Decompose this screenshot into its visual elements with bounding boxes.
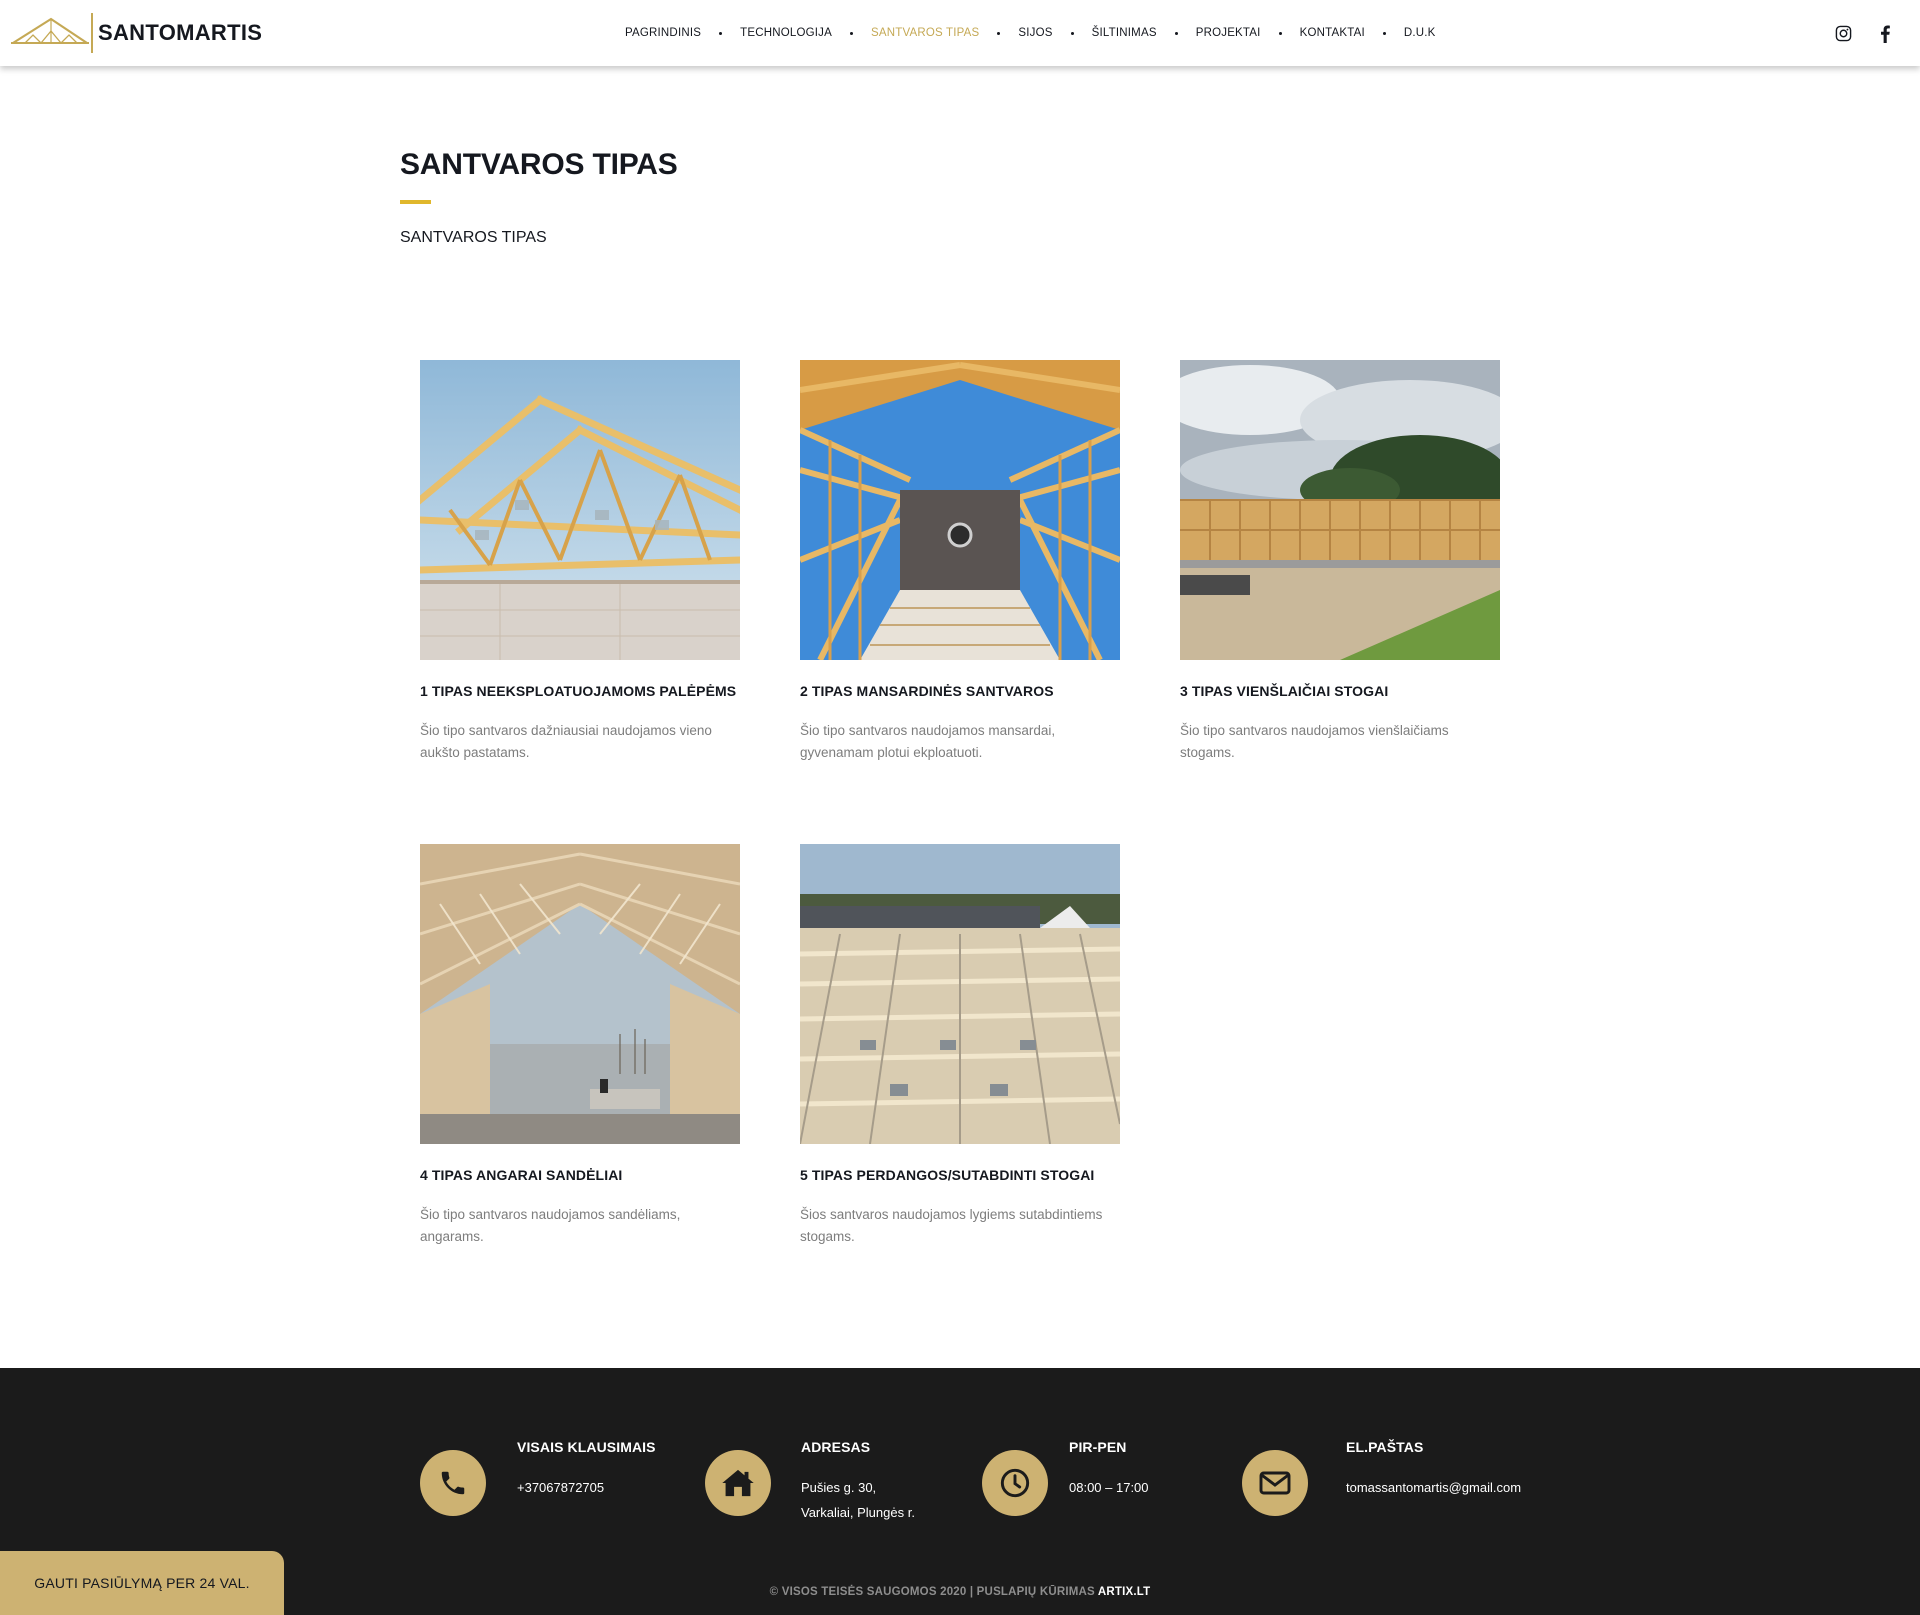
email-label: EL.PAŠTAS — [1346, 1439, 1424, 1455]
roof-truss-logo-icon — [11, 17, 89, 44]
nav-item-siltinimas[interactable]: ŠILTINIMAS — [1092, 27, 1157, 39]
truss-type-card[interactable]: 1 TIPAS NEEKSPLOATUOJAMOMS PALĖPĖMS Šio … — [420, 360, 740, 764]
site-logo[interactable]: SANTOMARTIS — [11, 13, 262, 53]
email-address[interactable]: tomassantomartis@gmail.com — [1346, 1475, 1521, 1500]
phone-label: VISAIS KLAUSIMAIS — [517, 1439, 656, 1455]
address-label: ADRESAS — [801, 1439, 871, 1455]
get-quote-button[interactable]: GAUTI PASIŪLYMĄ PER 24 VAL. — [0, 1551, 284, 1615]
home-icon-circle — [705, 1450, 771, 1516]
card-title[interactable]: 2 TIPAS MANSARDINĖS SANTVAROS — [800, 682, 1120, 700]
address-line-2: Varkaliai, Plungės r. — [801, 1505, 915, 1520]
card-title[interactable]: 1 TIPAS NEEKSPLOATUOJAMOMS PALĖPĖMS — [420, 682, 740, 700]
nav-item-pagrindinis[interactable]: PAGRINDINIS — [625, 27, 701, 39]
breadcrumb: SANTVAROS TIPAS — [400, 229, 547, 246]
card-description: Šio tipo santvaros naudojamos mansardai,… — [800, 723, 1056, 760]
nav-separator — [719, 31, 723, 35]
truss-type-card[interactable]: 2 TIPAS MANSARDINĖS SANTVAROS Šio tipo s… — [800, 360, 1120, 764]
nav-separator — [849, 31, 853, 35]
card-image-mono-pitch-roof[interactable] — [1180, 360, 1500, 660]
phone-icon-circle[interactable] — [420, 1450, 486, 1516]
nav-separator — [1174, 31, 1178, 35]
title-underline — [400, 200, 431, 204]
brand-name: SANTOMARTIS — [98, 20, 263, 45]
address-line-1: Pušies g. 30, — [801, 1480, 877, 1495]
nav-separator — [1278, 31, 1282, 35]
nav-item-duk[interactable]: D.U.K — [1404, 27, 1436, 39]
logo-divider — [91, 13, 93, 53]
clock-icon — [1000, 1468, 1030, 1498]
nav-item-kontaktai[interactable]: KONTAKTAI — [1300, 27, 1365, 39]
nav-item-sijos[interactable]: SIJOS — [1018, 27, 1052, 39]
instagram-icon — [1835, 25, 1851, 41]
home-icon — [722, 1469, 754, 1497]
nav-item-projektai[interactable]: PROJEKTAI — [1196, 27, 1261, 39]
nav-item-santvaros-tipas[interactable]: SANTVAROS TIPAS — [871, 27, 979, 39]
phone-number[interactable]: +37067872705 — [517, 1475, 604, 1500]
card-image-hangar-truss[interactable] — [420, 844, 740, 1144]
card-title[interactable]: 5 TIPAS PERDANGOS/SUTABDINTI STOGAI — [800, 1166, 1120, 1184]
working-hours: 08:00 – 17:00 — [1069, 1480, 1149, 1495]
card-image-attic-truss[interactable] — [420, 360, 740, 660]
hours-label: PIR-PEN — [1069, 1439, 1127, 1455]
nav-separator — [1382, 31, 1386, 35]
phone-icon — [441, 1471, 465, 1495]
card-description: Šios santvaros naudojamos lygiems sutabd… — [800, 1207, 1103, 1244]
truss-type-card[interactable]: 4 TIPAS ANGARAI SANDĖLIAI Šio tipo santv… — [420, 844, 740, 1248]
nav-item-technologija[interactable]: TECHNOLOGIJA — [740, 27, 832, 39]
instagram-link[interactable] — [1830, 20, 1856, 46]
page-title: SANTVAROS TIPAS — [400, 148, 678, 181]
envelope-icon — [1259, 1471, 1291, 1495]
developer-link[interactable]: ARTIX.LT — [1098, 1586, 1151, 1598]
card-image-floor-truss[interactable] — [800, 844, 1120, 1144]
nav-separator — [997, 31, 1001, 35]
facebook-icon — [1881, 25, 1890, 43]
truss-type-card[interactable]: 5 TIPAS PERDANGOS/SUTABDINTI STOGAI Šios… — [800, 844, 1120, 1248]
card-description: Šio tipo santvaros dažniausiai naudojamo… — [420, 723, 712, 760]
facebook-link[interactable] — [1872, 20, 1898, 46]
card-title[interactable]: 3 TIPAS VIENŠLAIČIAI STOGAI — [1180, 682, 1500, 700]
main-nav: PAGRINDINIS TECHNOLOGIJA SANTVAROS TIPAS… — [625, 0, 1436, 66]
site-header: SANTOMARTIS PAGRINDINIS TECHNOLOGIJA SAN… — [0, 0, 1920, 66]
card-description: Šio tipo santvaros naudojamos sandėliams… — [420, 1207, 681, 1244]
envelope-icon-circle[interactable] — [1242, 1450, 1308, 1516]
nav-separator — [1070, 31, 1074, 35]
copyright-notice: © VISOS TEISĖS SAUGOMOS 2020 | PUSLAPIŲ … — [0, 1586, 1920, 1598]
truss-type-card[interactable]: 3 TIPAS VIENŠLAIČIAI STOGAI Šio tipo san… — [1180, 360, 1500, 764]
card-image-mansard-truss[interactable] — [800, 360, 1120, 660]
card-title[interactable]: 4 TIPAS ANGARAI SANDĖLIAI — [420, 1166, 740, 1184]
clock-icon-circle — [982, 1450, 1048, 1516]
card-description: Šio tipo santvaros naudojamos vienšlaiči… — [1180, 723, 1449, 760]
site-footer: VISAIS KLAUSIMAIS +37067872705 ADRESAS P… — [0, 1368, 1920, 1615]
copyright-text: © VISOS TEISĖS SAUGOMOS 2020 | PUSLAPIŲ … — [769, 1586, 1095, 1598]
